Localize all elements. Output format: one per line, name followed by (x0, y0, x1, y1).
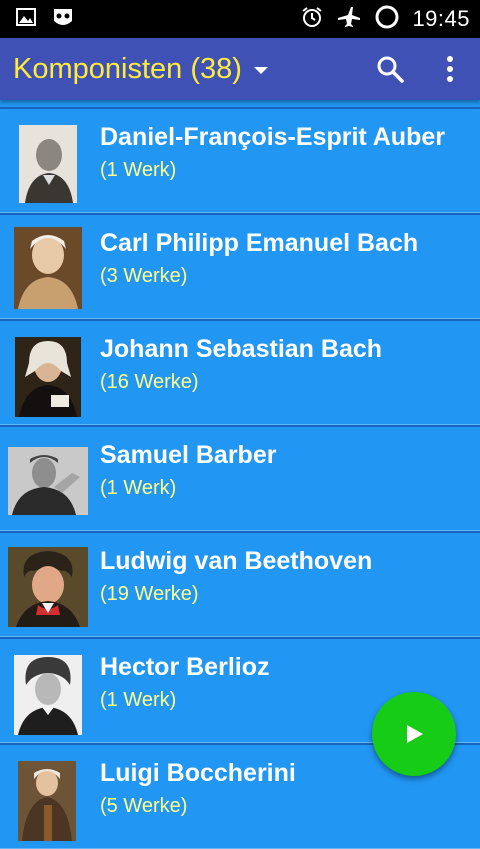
play-button[interactable] (372, 692, 456, 776)
page-title[interactable]: Komponisten (38) (0, 53, 242, 86)
composer-portrait (15, 337, 81, 417)
composer-name: Samuel Barber (100, 441, 277, 469)
work-count: (1 Werk) (100, 477, 177, 499)
status-time: 19:45 (412, 6, 470, 31)
incognito-icon (50, 6, 76, 33)
list-item[interactable]: Carl Philipp Emanuel Bach (3 Werke) (0, 213, 480, 319)
airplane-mode-icon (336, 5, 362, 34)
list-item[interactable]: Johann Sebastian Bach (16 Werke) (0, 319, 480, 425)
overflow-menu-button[interactable] (420, 38, 480, 100)
list-item[interactable]: Samuel Barber (1 Werk) (0, 425, 480, 531)
composer-name: Johann Sebastian Bach (100, 335, 383, 363)
composer-name: Luigi Boccherini (100, 759, 296, 787)
work-count: (16 Werke) (100, 371, 199, 393)
composer-name: Carl Philipp Emanuel Bach (100, 229, 419, 257)
composer-portrait (18, 761, 76, 841)
work-count: (1 Werk) (100, 159, 177, 181)
search-button[interactable] (360, 38, 420, 100)
status-bar: 19:45 (0, 0, 480, 38)
list-top-strip (0, 100, 480, 107)
alarm-icon (300, 5, 324, 34)
work-count: (19 Werke) (100, 583, 199, 605)
search-icon (377, 56, 404, 83)
dropdown-arrow-icon[interactable] (253, 66, 268, 74)
composer-portrait (8, 547, 88, 627)
app-bar: Komponisten (38) (0, 38, 480, 100)
more-vert-icon (447, 56, 453, 82)
composer-portrait (8, 447, 88, 515)
play-icon (407, 725, 423, 743)
work-count: (5 Werke) (100, 795, 188, 817)
list-item[interactable]: Daniel-François-Esprit Auber (1 Werk) (0, 107, 480, 213)
list-item[interactable]: Ludwig van Beethoven (19 Werke) (0, 531, 480, 637)
image-icon (16, 7, 36, 32)
composer-portrait (14, 655, 82, 735)
work-count: (1 Werk) (100, 689, 177, 711)
composer-portrait (19, 125, 77, 203)
composer-portrait (14, 227, 82, 309)
composer-name: Daniel-François-Esprit Auber (100, 123, 445, 151)
composer-name: Ludwig van Beethoven (100, 547, 373, 575)
work-count: (3 Werke) (100, 265, 188, 287)
loading-icon (374, 4, 400, 35)
composer-name: Hector Berlioz (100, 653, 270, 681)
